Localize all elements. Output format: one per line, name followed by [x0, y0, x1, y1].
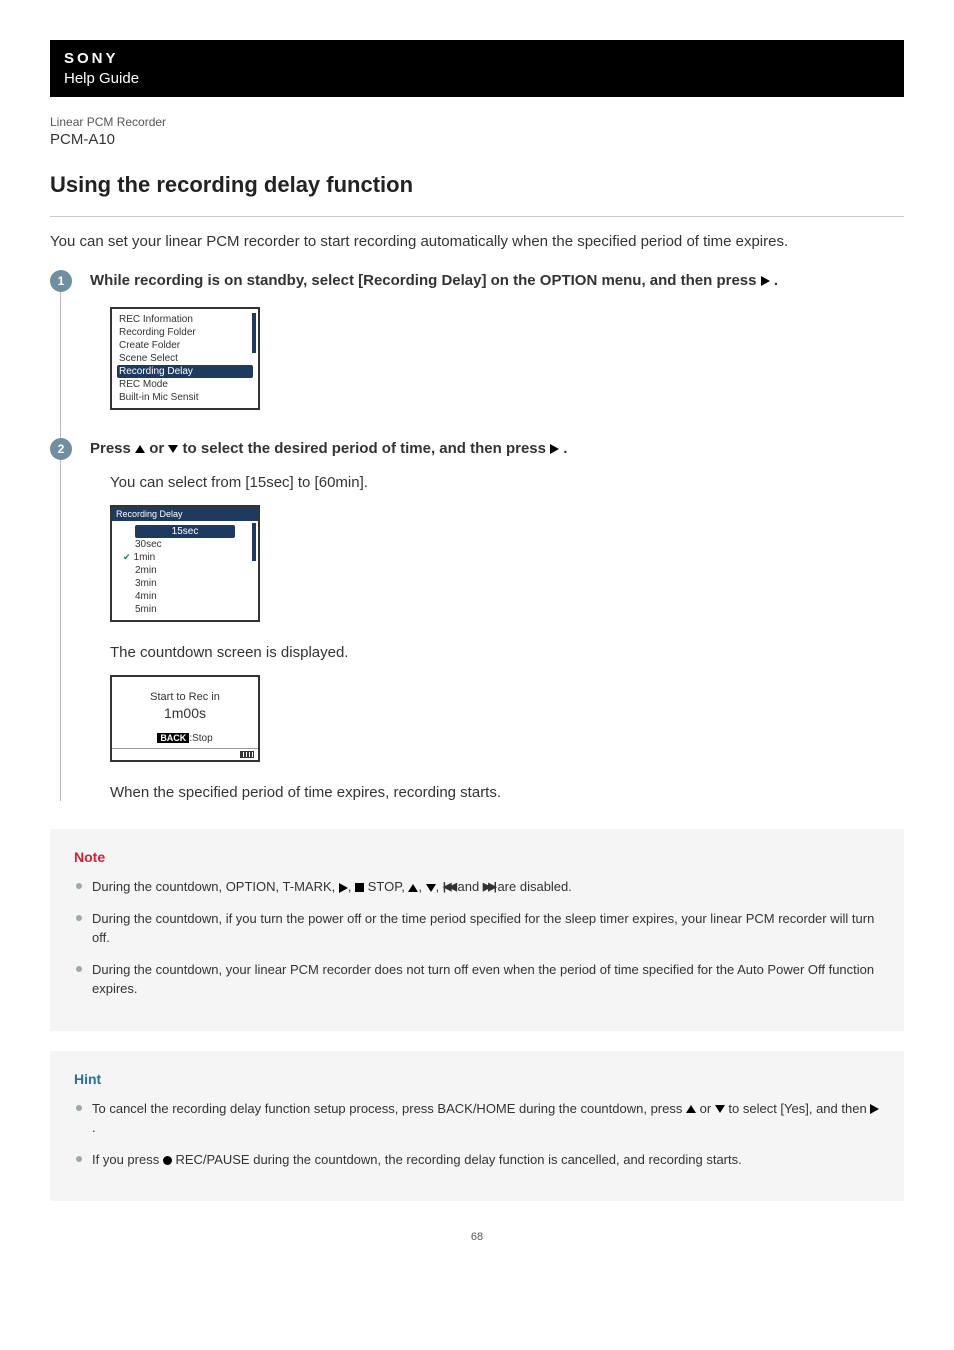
scrollbar-thumb [252, 313, 256, 353]
option-item: 5min [117, 603, 253, 616]
option-item: 2min [117, 564, 253, 577]
page-title: Using the recording delay function [50, 172, 904, 198]
play-icon [870, 1104, 879, 1114]
menu-item-selected: Recording Delay [117, 365, 253, 378]
model-number: PCM-A10 [50, 131, 904, 148]
step-badge: 2 [50, 438, 72, 460]
countdown-label: Start to Rec in [112, 691, 258, 703]
intro-text: You can set your linear PCM recorder to … [50, 233, 904, 250]
option-menu-screenshot: REC Information Recording Folder Create … [110, 307, 260, 410]
menu-item: Built-in Mic Sensit [117, 391, 253, 404]
battery-icon [240, 751, 254, 758]
down-icon [426, 884, 436, 892]
step-1: 1 While recording is on standby, select … [50, 270, 904, 410]
prev-track-icon: |◀◀ [443, 879, 454, 896]
screen-footer [112, 748, 258, 760]
next-track-icon: ▶▶| [483, 879, 494, 896]
note-item: During the countdown, OPTION, T-MARK, , … [74, 877, 880, 897]
scrollbar-thumb [252, 523, 256, 561]
note-item: During the countdown, if you turn the po… [74, 909, 880, 948]
steps-container: 1 While recording is on standby, select … [50, 270, 904, 801]
step-2-title: Press or to select the desired period of… [90, 438, 904, 461]
separator [50, 216, 904, 217]
step-1-title: While recording is on standby, select [R… [90, 270, 904, 293]
page-number: 68 [50, 1231, 904, 1243]
step-2: 2 Press or to select the desired period … [50, 438, 904, 802]
option-item-selected: 15sec [135, 525, 235, 538]
countdown-intro: The countdown screen is displayed. [110, 644, 904, 661]
countdown-time: 1m00s [112, 705, 258, 721]
step-2-result: When the specified period of time expire… [110, 784, 904, 801]
note-box: Note During the countdown, OPTION, T-MAR… [50, 829, 904, 1031]
play-icon [550, 444, 559, 454]
rec-icon [163, 1156, 172, 1165]
play-icon [339, 883, 348, 893]
option-item-checked: 1min [117, 551, 253, 564]
hint-item: If you press REC/PAUSE during the countd… [74, 1150, 880, 1170]
note-item: During the countdown, your linear PCM re… [74, 960, 880, 999]
down-icon [715, 1105, 725, 1113]
product-category: Linear PCM Recorder [50, 115, 904, 129]
note-title: Note [74, 849, 880, 865]
note-list: During the countdown, OPTION, T-MARK, , … [74, 877, 880, 999]
option-item: 4min [117, 590, 253, 603]
menu-item: REC Information [117, 313, 253, 326]
option-item: 30sec [117, 538, 253, 551]
hint-title: Hint [74, 1071, 880, 1087]
step-badge: 1 [50, 270, 72, 292]
menu-item: Create Folder [117, 339, 253, 352]
up-icon [686, 1105, 696, 1113]
hint-item: To cancel the recording delay function s… [74, 1099, 880, 1138]
up-icon [135, 445, 145, 453]
menu-item: REC Mode [117, 378, 253, 391]
hint-box: Hint To cancel the recording delay funct… [50, 1051, 904, 1202]
option-item: 3min [117, 577, 253, 590]
help-guide-label: Help Guide [64, 70, 890, 87]
step-2-range: You can select from [15sec] to [60min]. [110, 474, 904, 491]
play-icon [761, 276, 770, 286]
header-bar: SONY Help Guide [50, 40, 904, 97]
brand-logo: SONY [64, 50, 890, 67]
screen-title: Recording Delay [112, 507, 258, 521]
up-icon [408, 884, 418, 892]
countdown-screenshot: Start to Rec in 1m00s BACK:Stop [110, 675, 260, 762]
countdown-back-hint: BACK:Stop [112, 733, 258, 744]
menu-item: Recording Folder [117, 326, 253, 339]
menu-item: Scene Select [117, 352, 253, 365]
delay-options-screenshot: Recording Delay 15sec 30sec 1min 2min 3m… [110, 505, 260, 622]
down-icon [168, 445, 178, 453]
stop-icon [355, 883, 364, 892]
hint-list: To cancel the recording delay function s… [74, 1099, 880, 1170]
